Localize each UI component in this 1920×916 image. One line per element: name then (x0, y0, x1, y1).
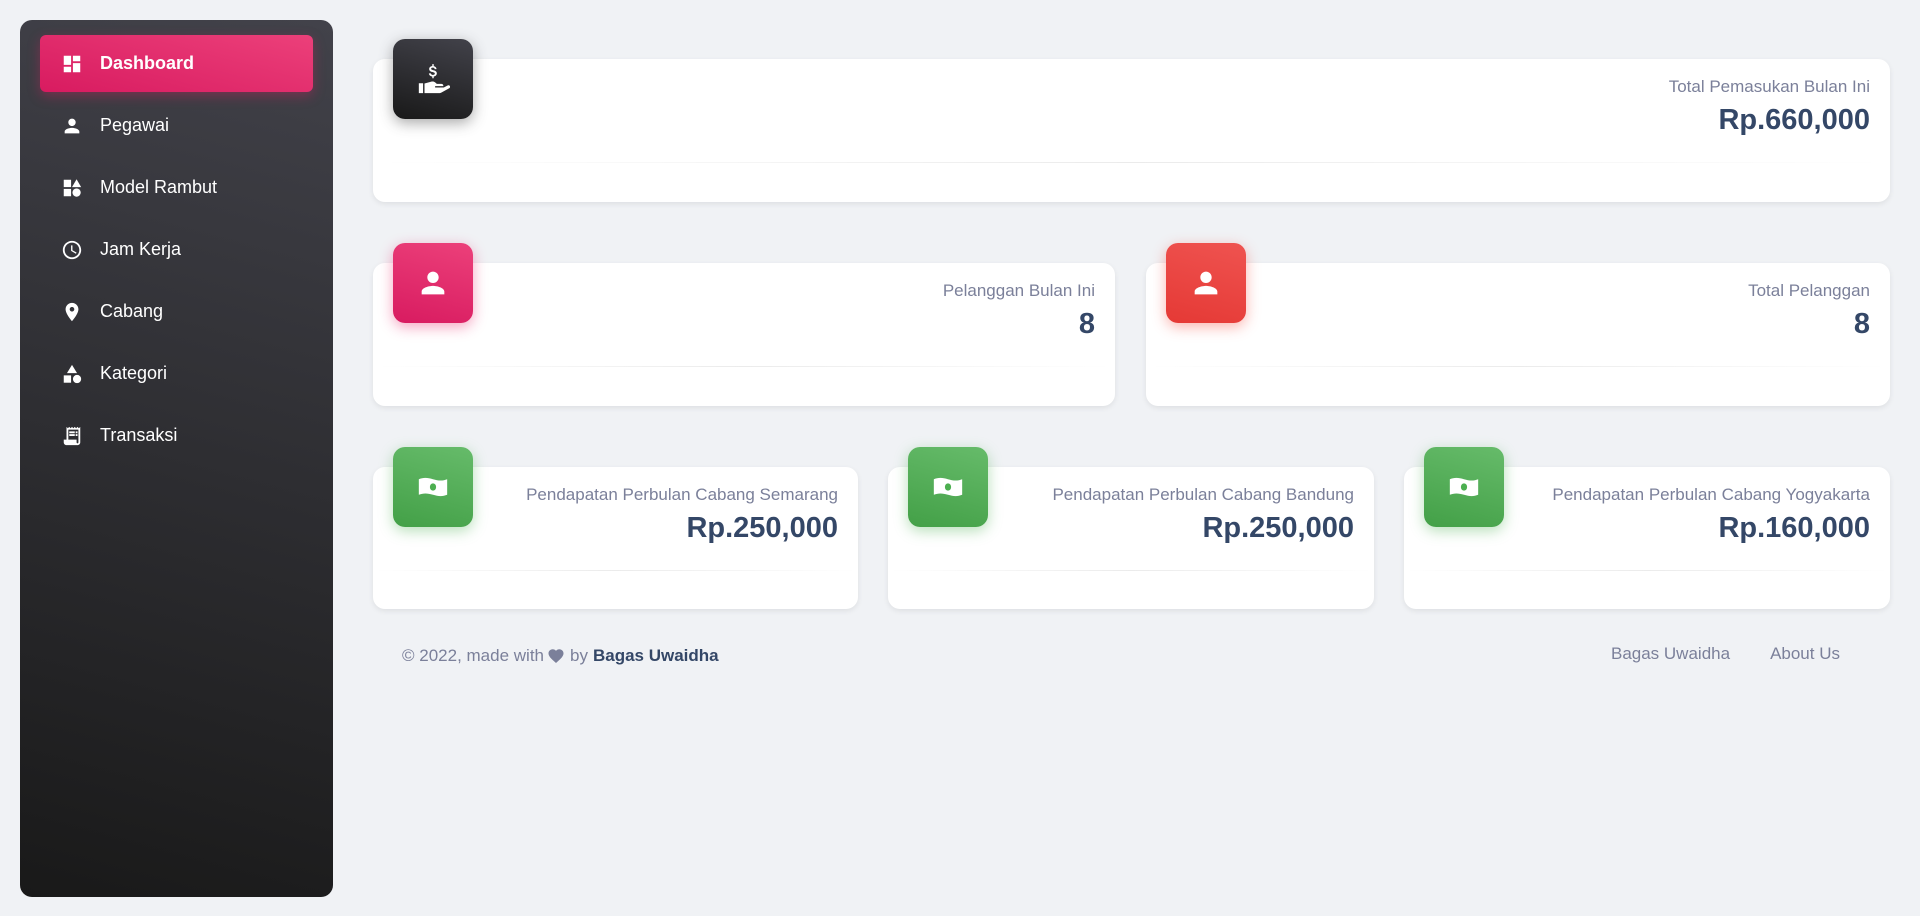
category-icon (60, 176, 84, 200)
branch-bandung-value: Rp.250,000 (1202, 512, 1354, 544)
person-icon (60, 114, 84, 138)
branch-semarang-label: Pendapatan Perbulan Cabang Semarang (526, 485, 838, 504)
branch-bandung-label: Pendapatan Perbulan Cabang Bandung (1052, 485, 1354, 504)
footer-link-author[interactable]: Bagas Uwaidha (1611, 644, 1730, 664)
card-divider (1146, 366, 1890, 367)
footer-copyright: © 2022, made with by Bagas Uwaidha (402, 646, 719, 666)
income-card: Total Pemasukan Bulan Ini Rp.660,000 (373, 39, 1890, 202)
sidebar-item-label: Pegawai (100, 115, 170, 135)
sidebar-item-kategori[interactable]: Kategori (40, 345, 313, 402)
author-link[interactable]: Bagas Uwaidha (593, 646, 719, 666)
clock-icon (60, 238, 84, 262)
sidebar-item-cabang[interactable]: Cabang (40, 283, 313, 340)
sidebar-item-label: Cabang (100, 301, 164, 321)
branch-semarang-value: Rp.250,000 (686, 512, 838, 544)
customers-total-card: Total Pelanggan 8 (1146, 243, 1890, 406)
card-divider (373, 570, 858, 571)
by-text: by (570, 646, 588, 665)
card-divider (373, 366, 1115, 367)
customers-month-label: Pelanggan Bulan Ini (942, 281, 1095, 300)
customers-month-value: 8 (1078, 308, 1095, 340)
branch-semarang-card: Pendapatan Perbulan Cabang Semarang Rp.2… (373, 447, 858, 609)
person-icon (1166, 243, 1246, 323)
money-icon (1424, 447, 1504, 527)
card-divider (373, 162, 1890, 163)
shapes-icon (60, 362, 84, 386)
heart-icon (548, 649, 564, 664)
sidebar-item-label: Jam Kerja (100, 239, 182, 259)
sidebar-item-pegawai[interactable]: Pegawai (40, 97, 313, 154)
sidebar-item-label: Dashboard (100, 53, 195, 73)
person-icon (393, 243, 473, 323)
sidebar-item-dashboard[interactable]: Dashboard (40, 35, 313, 92)
receipt-icon (60, 424, 84, 448)
income-value: Rp.660,000 (1718, 104, 1870, 136)
sidebar-item-label: Transaksi (100, 425, 178, 445)
customers-total-label: Total Pelanggan (1748, 281, 1870, 300)
sidebar-item-model-rambut[interactable]: Model Rambut (40, 159, 313, 216)
sidebar-item-label: Kategori (100, 363, 168, 383)
sidebar-item-transaksi[interactable]: Transaksi (40, 407, 313, 464)
customers-month-card: Pelanggan Bulan Ini 8 (373, 243, 1115, 406)
sidebar-item-jam-kerja[interactable]: Jam Kerja (40, 221, 313, 278)
money-icon (908, 447, 988, 527)
branch-yogyakarta-label: Pendapatan Perbulan Cabang Yogyakarta (1552, 485, 1870, 504)
footer-links: Bagas Uwaidha About Us (1611, 644, 1840, 664)
location-pin-icon (60, 300, 84, 324)
copyright-text: © 2022, made with (402, 646, 544, 665)
branch-bandung-card: Pendapatan Perbulan Cabang Bandung Rp.25… (888, 447, 1374, 609)
sidebar: Dashboard Pegawai Model Rambut Jam Kerja… (20, 20, 333, 897)
sidebar-item-label: Model Rambut (100, 177, 218, 197)
income-label: Total Pemasukan Bulan Ini (1668, 77, 1870, 96)
branch-yogyakarta-value: Rp.160,000 (1718, 512, 1870, 544)
branch-yogyakarta-card: Pendapatan Perbulan Cabang Yogyakarta Rp… (1404, 447, 1890, 609)
card-divider (888, 570, 1374, 571)
footer-link-about-us[interactable]: About Us (1770, 644, 1840, 664)
hand-dollar-icon (393, 39, 473, 119)
card-divider (1404, 570, 1890, 571)
money-icon (393, 447, 473, 527)
dashboard-icon (60, 52, 84, 76)
customers-total-value: 8 (1853, 308, 1870, 340)
